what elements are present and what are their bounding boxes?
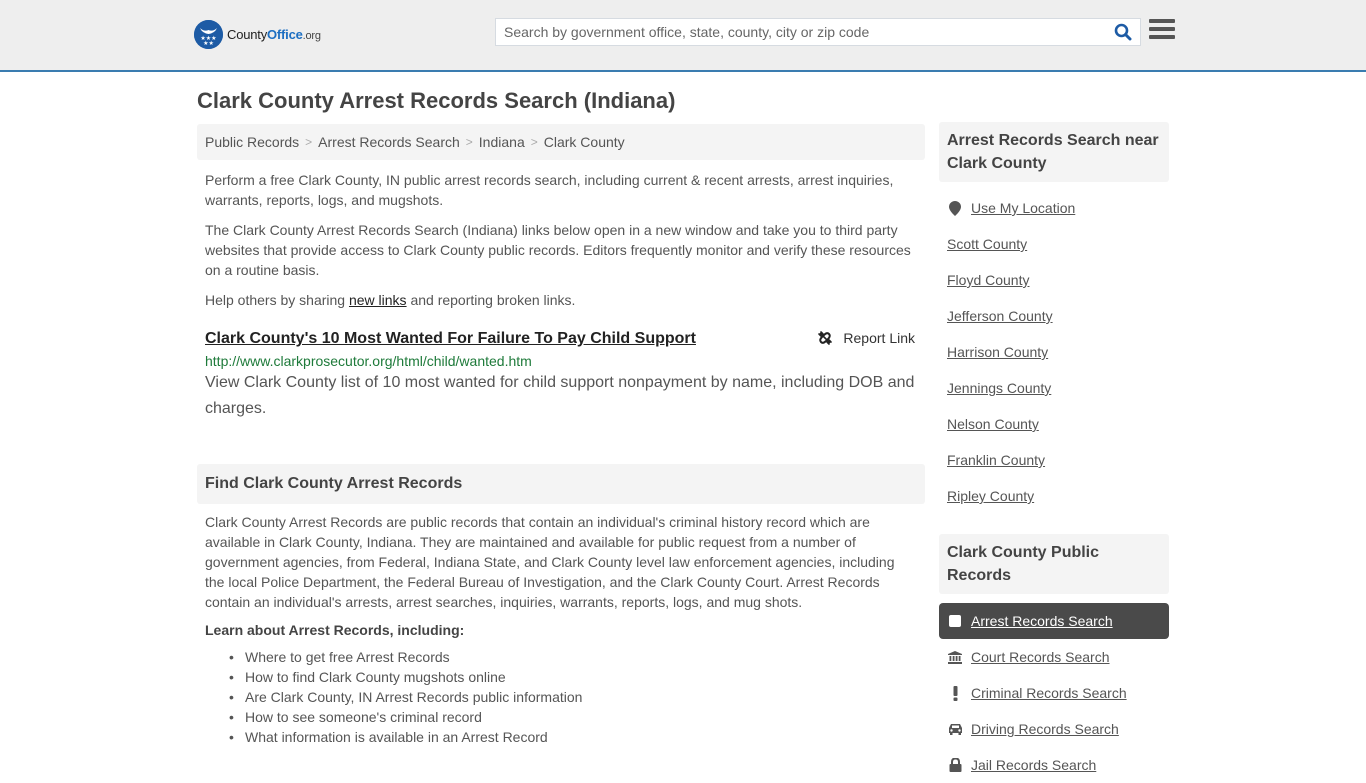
records-item-arrest[interactable]: Arrest Records Search [939,603,1169,639]
breadcrumb-arrest-records-search[interactable]: Arrest Records Search [318,134,460,150]
search-bar [495,18,1141,46]
nearby-county-link[interactable]: Scott County [947,236,1027,252]
breadcrumb-separator: > [530,135,538,149]
records-item-criminal[interactable]: Criminal Records Search [939,675,1169,711]
jail-records-link[interactable]: Jail Records Search [971,757,1096,773]
learn-list-item: What information is available in an Arre… [229,727,925,747]
learn-list: Where to get free Arrest Records How to … [197,647,925,747]
result-title-link[interactable]: Clark County's 10 Most Wanted For Failur… [205,330,696,348]
menu-bar [1149,19,1175,23]
hamburger-menu-button[interactable] [1149,19,1175,43]
use-my-location-link[interactable]: Use My Location [971,200,1075,216]
logo-office: Office [267,27,303,42]
learn-list-item: Are Clark County, IN Arrest Records publ… [229,687,925,707]
public-records-heading: Clark County Public Records [939,534,1169,594]
nearby-county-item: Franklin County [939,442,1169,478]
map-marker-icon [947,200,963,216]
nearby-heading: Arrest Records Search near Clark County [939,122,1169,182]
learn-list-item: How to find Clark County mugshots online [229,667,925,687]
nearby-list: Use My Location Scott County Floyd Count… [939,190,1169,514]
breadcrumb-clark-county: Clark County [543,134,625,150]
broken-link-icon [818,331,833,345]
logo-org: .org [302,30,321,42]
menu-bar [1149,35,1175,39]
nearby-county-item: Jennings County [939,370,1169,406]
learn-list-item: How to see someone's criminal record [229,707,925,727]
exclamation-icon [947,685,963,701]
logo-text: CountyOffice.org [227,27,321,42]
driving-records-link[interactable]: Driving Records Search [971,721,1119,737]
svg-text:★★: ★★ [203,40,214,47]
breadcrumb-public-records[interactable]: Public Records [205,134,299,150]
records-item-driving[interactable]: Driving Records Search [939,711,1169,747]
new-links-link[interactable]: new links [349,292,407,308]
result-url: http://www.clarkprosecutor.org/html/chil… [205,353,532,369]
arrest-records-link[interactable]: Arrest Records Search [971,613,1113,629]
nearby-county-link[interactable]: Harrison County [947,344,1048,360]
share-paragraph: Help others by sharing new links and rep… [197,290,925,310]
breadcrumb-separator: > [305,135,313,149]
courthouse-icon [947,650,963,664]
breadcrumb-indiana[interactable]: Indiana [479,134,525,150]
nearby-county-link[interactable]: Franklin County [947,452,1045,468]
intro-paragraph: Perform a free Clark County, IN public a… [205,172,894,208]
logo-county: County [227,27,267,42]
breadcrumb: Public Records > Arrest Records Search >… [197,124,925,160]
learn-list-item: Where to get free Arrest Records [229,647,925,667]
page-title: Clark County Arrest Records Search (Indi… [197,88,676,113]
records-item-jail[interactable]: Jail Records Search [939,747,1169,783]
search-button[interactable] [1106,19,1140,45]
court-records-link[interactable]: Court Records Search [971,649,1110,665]
nearby-county-item: Scott County [939,226,1169,262]
learn-heading: Learn about Arrest Records, including: [205,622,465,638]
site-header: ★★★ ★★ CountyOffice.org [0,0,1366,72]
nearby-county-link[interactable]: Floyd County [947,272,1029,288]
report-link-label: Report Link [843,330,915,346]
nearby-county-link[interactable]: Ripley County [947,488,1034,504]
nearby-county-link[interactable]: Jennings County [947,380,1051,396]
square-icon [947,615,963,627]
menu-bar [1149,27,1175,31]
find-section-body: Clark County Arrest Records are public r… [205,514,895,610]
eagle-stars-icon: ★★★ ★★ [194,20,223,49]
public-records-list: Arrest Records Search Court Records Sear… [939,603,1169,783]
nearby-county-item: Ripley County [939,478,1169,514]
criminal-records-link[interactable]: Criminal Records Search [971,685,1127,701]
share-text-before: Help others by sharing [205,292,349,308]
nearby-county-item: Harrison County [939,334,1169,370]
sidebar: Arrest Records Search near Clark County … [939,122,1169,783]
disclaimer-paragraph: The Clark County Arrest Records Search (… [205,222,911,278]
use-location-item: Use My Location [939,190,1169,226]
nearby-county-link[interactable]: Jefferson County [947,308,1053,324]
site-logo[interactable]: ★★★ ★★ CountyOffice.org [194,20,321,49]
share-text-after: and reporting broken links. [406,292,576,308]
find-section-heading: Find Clark County Arrest Records [197,464,925,504]
main-content: Public Records > Arrest Records Search >… [197,124,925,747]
lock-icon [947,758,963,772]
records-item-court[interactable]: Court Records Search [939,639,1169,675]
search-input[interactable] [496,19,1106,45]
report-link-button[interactable]: Report Link [817,330,915,346]
nearby-county-item: Floyd County [939,262,1169,298]
car-icon [947,723,963,735]
nearby-county-item: Nelson County [939,406,1169,442]
search-icon [1114,23,1132,41]
result-description: View Clark County list of 10 most wanted… [205,374,915,417]
nearby-county-item: Jefferson County [939,298,1169,334]
result-item: Clark County's 10 Most Wanted For Failur… [197,330,925,422]
breadcrumb-separator: > [465,135,473,149]
nearby-county-link[interactable]: Nelson County [947,416,1039,432]
